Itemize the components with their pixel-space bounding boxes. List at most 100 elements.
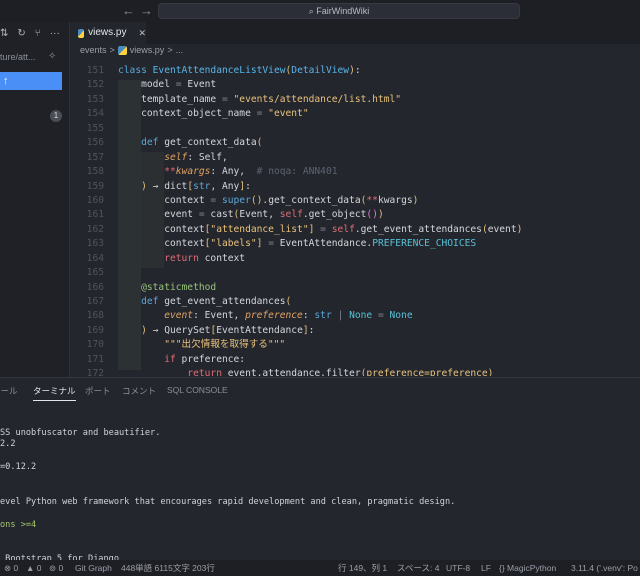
code-line: 161 event = cast(Event, self .get_object(… <box>70 208 640 222</box>
code-line: 155 <box>70 122 640 136</box>
code-line: 163 context["labels"] = EventAttendance.… <box>70 237 640 251</box>
code-token: "event" <box>262 108 309 120</box>
code-token: preference <box>245 310 303 322</box>
code-token: context <box>118 238 205 250</box>
line-number: 162 <box>86 223 104 235</box>
code-token: context <box>118 223 205 235</box>
code-token: → dict <box>146 180 188 192</box>
sparkle-icon[interactable]: ✧ <box>48 51 56 62</box>
errors-status[interactable]: ⊗ 0 <box>4 560 18 576</box>
code-token: Event <box>181 79 217 91</box>
code-token: "labels" <box>210 238 257 250</box>
line-number: 170 <box>86 339 104 351</box>
code-token: def <box>118 296 165 307</box>
code-token: cast <box>204 209 234 221</box>
line-number: 172 <box>86 368 104 376</box>
code-token: kwargs <box>175 166 211 178</box>
code-token: super <box>216 194 251 206</box>
code-token: # noqa: ANN401 <box>256 166 338 178</box>
encoding[interactable]: UTF-8 <box>446 560 470 576</box>
code-token: return <box>118 368 222 376</box>
code-token: event <box>487 223 517 235</box>
command-center-search[interactable]: ⌕ FairWindWiki <box>158 3 520 19</box>
breadcrumb-symbol[interactable]: ... <box>176 45 184 55</box>
sync-button[interactable]: ↑ <box>0 72 62 90</box>
breadcrumb-events[interactable]: events <box>80 45 107 55</box>
more-icon[interactable]: ··· <box>50 28 60 39</box>
bottom-panel: ツール ターミナル ポート コメント SQL CONSOLE SS unobfu… <box>0 377 640 564</box>
code-token: def <box>118 137 165 149</box>
tab-terminal[interactable]: ターミナル <box>33 385 76 401</box>
cursor-position[interactable]: 行 149、列 1 <box>338 560 387 576</box>
changes-badge: 1 <box>50 110 62 122</box>
python-interpreter[interactable]: 3.11.4 ('.venv': Po <box>571 560 638 576</box>
terminal-line: ons >=4 <box>0 519 37 530</box>
code-token: : Any, <box>210 166 257 178</box>
code-token: "attendance_list" <box>210 223 309 235</box>
code-token: self <box>118 151 188 163</box>
branch-icon[interactable]: ⑂ <box>35 28 41 39</box>
breadcrumb-file[interactable]: views.py <box>130 45 165 55</box>
close-icon[interactable]: ✕ <box>138 22 146 44</box>
code-token: context <box>118 194 211 206</box>
line-number: 153 <box>86 93 104 105</box>
code-token: : <box>245 180 251 192</box>
code-token: = <box>262 238 274 250</box>
python-icon <box>78 28 85 38</box>
back-button[interactable]: ← <box>122 3 135 18</box>
code-token: event <box>118 310 194 322</box>
tab-comments[interactable]: コメント <box>122 385 156 397</box>
indentation[interactable]: スペース: 4 <box>397 560 439 576</box>
code-editor[interactable]: 151 class EventAttendanceListView (DetailV… <box>70 64 640 376</box>
code-token: if <box>118 353 176 365</box>
code-token: None <box>389 310 413 322</box>
code-token: ) <box>118 324 147 336</box>
warnings-status[interactable]: ▲ 0 <box>26 560 42 576</box>
line-number: 155 <box>86 122 104 134</box>
status-bar: ⊗ 0 ▲ 0 ⊚ 0 Git Graph 448単語 6115文字 203行 … <box>0 560 640 576</box>
terminal-line: =0.12.2 <box>0 462 37 472</box>
tab-sql-console[interactable]: SQL CONSOLE <box>167 385 228 395</box>
code-token: : <box>302 310 315 322</box>
forward-button[interactable]: → <box>140 3 153 18</box>
code-line: 169 ) → QuerySet[EventAttendance]: <box>70 324 640 338</box>
eol[interactable]: LF <box>481 560 491 576</box>
branch-name: ture/att... <box>0 52 36 62</box>
tab-tools[interactable]: ツール <box>0 385 18 397</box>
line-number: 164 <box>86 252 104 264</box>
tab-ports[interactable]: ポート <box>85 385 111 397</box>
code-token: : <box>308 324 315 336</box>
code-token: preference: <box>175 353 246 365</box>
ports-status[interactable]: ⊚ 0 <box>49 560 63 576</box>
code-token: get_context_data <box>164 137 257 149</box>
tab-label: views.py <box>88 27 127 38</box>
code-token: , Any <box>210 180 240 192</box>
code-line: 159 ) → dict[str, Any]: <box>70 180 640 194</box>
code-token: return <box>118 252 199 264</box>
code-line: 157 self: Self, <box>70 151 640 165</box>
line-number: 156 <box>86 137 104 149</box>
git-graph-button[interactable]: Git Graph <box>75 560 112 576</box>
terminal-output[interactable]: SS unobfuscator and beautifier. 2.2 =0.12.… <box>0 416 455 566</box>
code-token: event.attendance.filter <box>221 368 361 376</box>
code-line: 172 return event.attendance.filter(prefe… <box>70 367 640 376</box>
code-token: ** <box>366 194 378 206</box>
editor-tabs: views.py ✕ <box>70 22 640 44</box>
commit-icon[interactable]: ⇅ <box>0 28 8 39</box>
code-token: : Event, <box>193 310 246 322</box>
code-token: EventAttendance <box>216 324 303 336</box>
code-line: 153 template_name = "events/attendance/l… <box>70 93 640 107</box>
code-line: 166 @staticmethod <box>70 281 640 295</box>
code-token: : Self, <box>187 151 228 163</box>
language-mode[interactable]: {} MagicPython <box>499 560 556 576</box>
line-number: 169 <box>86 324 104 336</box>
code-line: 152 model = Event <box>70 78 640 92</box>
refresh-icon[interactable]: ↻ <box>17 28 25 39</box>
code-token: None <box>349 310 373 322</box>
code-line: 156 def get_context_data( <box>70 136 640 150</box>
tab-views-py[interactable]: views.py ✕ <box>70 22 146 44</box>
